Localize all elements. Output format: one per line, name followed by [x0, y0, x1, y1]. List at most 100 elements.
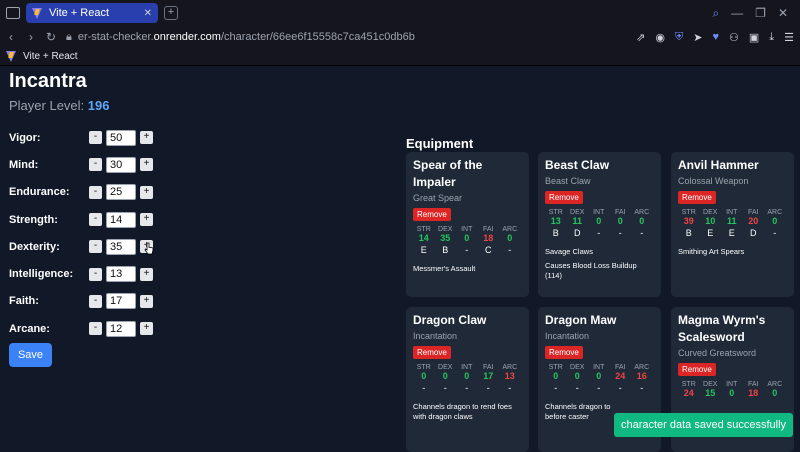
stat-row: Dexterity: -35 + [9, 233, 153, 260]
forward-icon[interactable]: › [26, 30, 36, 44]
scaling-header: DEX [438, 364, 453, 371]
heart-icon[interactable]: ♥ [712, 31, 719, 43]
requirement-value: 0 [596, 216, 602, 226]
stat-label: Dexterity: [9, 240, 60, 253]
back-icon[interactable]: ‹ [6, 30, 16, 44]
equipment-card: Dragon Claw Incantation Remove STR DEX INT FAI… [406, 307, 529, 452]
scaling-grade: - [465, 383, 469, 393]
share-icon[interactable]: ⇗ [636, 31, 645, 44]
wallet-icon[interactable]: ▣ [749, 31, 759, 44]
scaling-header: INT [726, 209, 738, 216]
stat-value-input[interactable]: 12 [106, 320, 136, 337]
vpn-shield-icon[interactable]: ⛨ [675, 31, 683, 44]
increment-button[interactable]: + [140, 267, 153, 281]
stat-label: Faith: [9, 295, 39, 308]
requirement-value: 0 [464, 371, 470, 381]
scaling-grade: - [465, 245, 469, 255]
bookmarks-bar: Vite + React [0, 48, 800, 66]
scaling-grade: B [685, 228, 692, 238]
weapon-type: Incantation [545, 331, 590, 341]
workspaces-icon[interactable] [6, 7, 20, 19]
increment-button[interactable]: + [140, 213, 153, 227]
scaling-grade: - [597, 228, 601, 238]
scaling-header: STR [416, 364, 431, 371]
increment-button[interactable]: + [140, 322, 153, 336]
remove-button[interactable]: Remove [413, 346, 451, 359]
requirement-value: 18 [748, 388, 759, 398]
weapon-name: Beast Claw [545, 158, 610, 172]
stat-label: Mind: [9, 158, 39, 171]
scaling-header: STR [548, 209, 563, 216]
increment-button[interactable]: + [140, 294, 153, 308]
restore-icon[interactable]: ❐ [755, 6, 766, 20]
stat-value-input[interactable]: 35 [106, 238, 136, 255]
remove-button[interactable]: Remove [678, 191, 716, 204]
requirement-value: 0 [772, 388, 778, 398]
send-icon[interactable]: ➤ [693, 31, 702, 44]
stat-value-input[interactable]: 17 [106, 293, 136, 310]
minimize-icon[interactable]: — [731, 6, 743, 20]
increment-button[interactable]: + [140, 158, 153, 172]
stat-value-input[interactable]: 50 [106, 129, 136, 146]
bookmark-item[interactable]: Vite + React [23, 51, 78, 62]
decrement-button[interactable]: - [89, 322, 102, 336]
decrement-button[interactable]: - [89, 131, 102, 145]
weapon-passive: Causes Blood Loss Buildup (114) [545, 261, 637, 280]
browser-tab[interactable]: Vite + React ✕ [26, 3, 158, 23]
scaling-grade: C [485, 245, 492, 255]
stat-value-input[interactable]: 25 [106, 184, 136, 201]
requirement-value: 39 [683, 216, 694, 226]
stat-row: Intelligence: -13 + [9, 260, 153, 287]
remove-button[interactable]: Remove [678, 363, 716, 376]
close-window-icon[interactable]: ✕ [778, 6, 788, 20]
remove-button[interactable]: Remove [545, 191, 583, 204]
new-tab-button[interactable]: + [164, 6, 178, 20]
url-field[interactable]: 🔒︎ er-stat-checker.onrender.com/characte… [66, 31, 626, 44]
requirement-value: 0 [639, 216, 645, 226]
weapon-type: Great Spear [413, 193, 463, 203]
remove-button[interactable]: Remove [413, 208, 451, 221]
vite-logo-icon [6, 51, 17, 62]
scaling-grade: - [640, 383, 644, 393]
weapon-name: Anvil Hammer [678, 158, 759, 172]
stat-label: Vigor: [9, 131, 41, 144]
browser-tab-bar: Vite + React ✕ + ⌕ — ❐ ✕ [0, 0, 800, 26]
menu-icon[interactable]: ☰ [784, 31, 794, 44]
url-host: onrender.com [153, 31, 221, 43]
decrement-button[interactable]: - [89, 185, 102, 199]
camera-icon[interactable]: ◉ [655, 31, 665, 44]
scaling-grade: E [728, 228, 735, 238]
increment-button[interactable]: + [140, 131, 153, 145]
stat-row: Vigor: -50 + [9, 124, 153, 151]
scaling-table: STR DEX INT FAI ARC 0 0 0 17 13 - - - - - [413, 364, 522, 393]
remove-button[interactable]: Remove [545, 346, 583, 359]
weapon-type: Curved Greatsword [678, 348, 757, 358]
decrement-button[interactable]: - [89, 240, 102, 254]
scaling-grade: - [508, 383, 512, 393]
scaling-header: ARC [767, 209, 783, 216]
decrement-button[interactable]: - [89, 158, 102, 172]
save-button[interactable]: Save [9, 343, 52, 367]
profile-icon[interactable]: ⚇ [729, 31, 739, 44]
stat-value-input[interactable]: 14 [106, 211, 136, 228]
scaling-header: FAI [747, 381, 759, 388]
stat-value-input[interactable]: 30 [106, 156, 136, 173]
search-tabs-icon[interactable]: ⌕ [712, 6, 719, 21]
scaling-header: INT [461, 226, 473, 233]
scaling-grade: - [422, 383, 426, 393]
scaling-grade: D [750, 228, 757, 238]
requirement-value: 24 [615, 371, 626, 381]
decrement-button[interactable]: - [89, 213, 102, 227]
weapon-skill: Channels dragon to rend foes with dragon… [413, 402, 512, 421]
requirement-value: 0 [729, 388, 735, 398]
download-icon[interactable]: ⤓ [769, 31, 774, 44]
tab-close-icon[interactable]: ✕ [144, 8, 152, 19]
decrement-button[interactable]: - [89, 267, 102, 281]
reload-icon[interactable]: ↻ [46, 30, 56, 44]
decrement-button[interactable]: - [89, 294, 102, 308]
scaling-table: STR DEX INT FAI ARC 13 11 0 0 0 B D - - - [545, 209, 654, 238]
scaling-header: FAI [614, 209, 626, 216]
increment-button[interactable]: + [140, 185, 153, 199]
stat-value-input[interactable]: 13 [106, 266, 136, 283]
scaling-grade: - [618, 383, 622, 393]
